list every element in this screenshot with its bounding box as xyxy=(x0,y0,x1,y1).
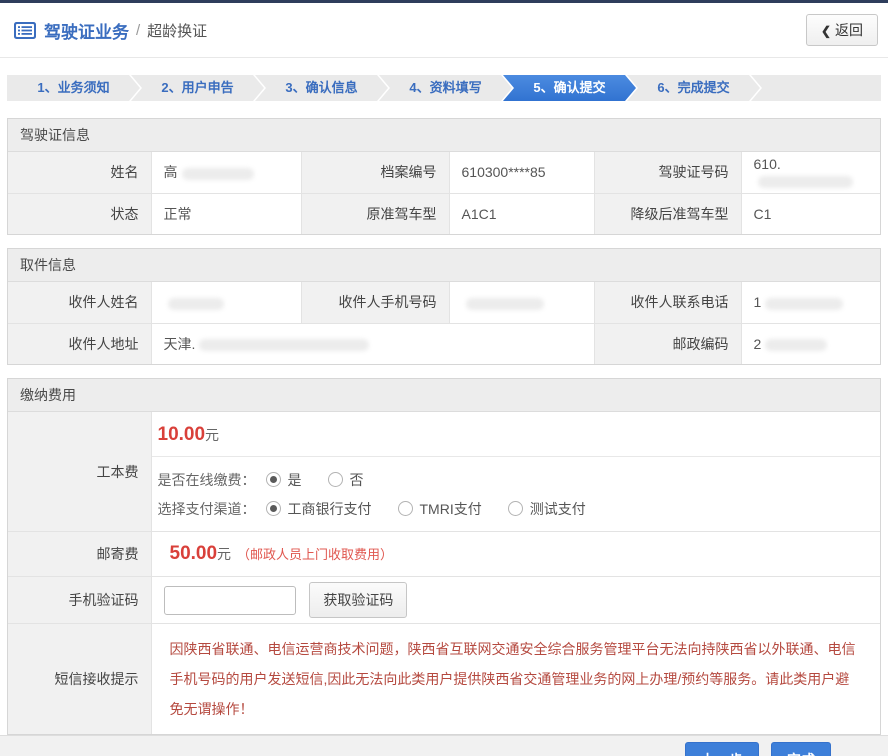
name-value: 高 xyxy=(151,152,301,193)
downgraded-class-value: C1 xyxy=(741,193,880,234)
breadcrumb-current: 超龄换证 xyxy=(147,20,207,41)
radio-channel-icbc[interactable]: 工商银行支付 xyxy=(266,499,372,519)
radio-channel-test[interactable]: 测试支付 xyxy=(508,499,586,519)
step-wizard: 1、业务须知 2、用户申告 3、确认信息 4、资料填写 5、确认提交 6、完成提… xyxy=(7,75,881,101)
license-number-label: 驾驶证号码 xyxy=(594,152,741,193)
footer-action-bar: 上一步 完成 xyxy=(0,735,888,756)
fees-section-title: 缴纳费用 xyxy=(8,379,880,412)
recipient-phone-label: 收件人联系电话 xyxy=(594,282,741,323)
postage-fee-note: （邮政人员上门收取费用） xyxy=(237,547,393,562)
radio-online-no[interactable]: 否 xyxy=(328,470,364,490)
postage-fee-label: 邮寄费 xyxy=(8,532,151,577)
cost-fee-amount-line: 10.00元 xyxy=(152,422,881,454)
online-pay-question: 是否在线缴费： xyxy=(158,470,256,490)
recipient-mobile-value xyxy=(449,282,594,323)
radio-online-yes-label: 是 xyxy=(288,470,302,490)
table-row: 收件人地址 天津. 邮政编码 2 xyxy=(8,323,880,364)
table-row: 姓名 高 档案编号 610300****85 驾驶证号码 610. xyxy=(8,152,880,193)
fees-section: 缴纳费用 工本费 10.00元 是否在线缴费： 是 否 选择支付渠道： 工商银行… xyxy=(7,378,881,735)
radio-channel-icbc-label: 工商银行支付 xyxy=(288,499,372,519)
fee-divider xyxy=(152,456,881,457)
table-row: 手机验证码 获取验证码 xyxy=(8,577,880,624)
radio-channel-test-label: 测试支付 xyxy=(530,499,586,519)
pay-channel-question: 选择支付渠道： xyxy=(158,499,256,519)
pickup-section-title: 取件信息 xyxy=(8,249,880,282)
recipient-mobile-label: 收件人手机号码 xyxy=(301,282,449,323)
step-5-confirm-submit-active[interactable]: 5、确认提交 xyxy=(503,75,636,101)
sms-code-label: 手机验证码 xyxy=(8,577,151,624)
step-6-finish-submit[interactable]: 6、完成提交 xyxy=(627,75,760,101)
license-info-section: 驾驶证信息 姓名 高 档案编号 610300****85 驾驶证号码 610. … xyxy=(7,118,881,235)
radio-online-yes[interactable]: 是 xyxy=(266,470,302,490)
page-header: 驾驶证业务 / 超龄换证 ❮ 返回 xyxy=(0,3,888,58)
recipient-name-value xyxy=(151,282,301,323)
postage-fee-cell: 50.00元 （邮政人员上门收取费用） xyxy=(151,532,880,577)
pickup-info-section: 取件信息 收件人姓名 收件人手机号码 收件人联系电话 1 收件人地址 天津. 邮… xyxy=(7,248,881,365)
online-pay-row: 是否在线缴费： 是 否 xyxy=(152,465,881,494)
status-label: 状态 xyxy=(8,193,151,234)
recipient-address-label: 收件人地址 xyxy=(8,323,151,364)
table-row: 收件人姓名 收件人手机号码 收件人联系电话 1 xyxy=(8,282,880,323)
recipient-address-value: 天津. xyxy=(151,323,594,364)
cost-fee-unit: 元 xyxy=(205,427,219,443)
step-4-fill-material[interactable]: 4、资料填写 xyxy=(379,75,512,101)
finish-button[interactable]: 完成 xyxy=(771,742,831,756)
breadcrumb-separator: / xyxy=(136,22,140,39)
radio-channel-tmri-label: TMRI支付 xyxy=(420,499,482,519)
step-3-confirm-info[interactable]: 3、确认信息 xyxy=(255,75,388,101)
back-button-label: 返回 xyxy=(835,22,863,38)
downgraded-class-label: 降级后准驾车型 xyxy=(594,193,741,234)
file-number-label: 档案编号 xyxy=(301,152,449,193)
recipient-name-label: 收件人姓名 xyxy=(8,282,151,323)
postage-fee-amount: 50.00 xyxy=(170,543,218,564)
license-business-icon xyxy=(14,22,36,39)
cost-fee-cell: 10.00元 是否在线缴费： 是 否 选择支付渠道： 工商银行支付 TMRI支付… xyxy=(151,412,880,532)
cost-fee-amount: 10.00 xyxy=(158,424,206,445)
radio-unselected-icon xyxy=(508,501,523,516)
step-2-user-declaration[interactable]: 2、用户申告 xyxy=(131,75,264,101)
license-section-title: 驾驶证信息 xyxy=(8,119,880,152)
fees-table: 工本费 10.00元 是否在线缴费： 是 否 选择支付渠道： 工商银行支付 TM… xyxy=(8,412,880,734)
postal-code-label: 邮政编码 xyxy=(594,323,741,364)
get-code-button[interactable]: 获取验证码 xyxy=(309,582,407,618)
original-class-value: A1C1 xyxy=(449,193,594,234)
sms-code-cell: 获取验证码 xyxy=(151,577,880,624)
chevron-left-icon: ❮ xyxy=(821,24,831,38)
previous-step-button[interactable]: 上一步 xyxy=(685,742,759,756)
sms-notice-text: 因陕西省联通、电信运营商技术问题，陕西省互联网交通安全综合服务管理平台无法向持陕… xyxy=(151,624,880,735)
step-bar-filler xyxy=(751,75,881,101)
sms-code-input[interactable] xyxy=(164,586,296,615)
cost-fee-label: 工本费 xyxy=(8,412,151,532)
postage-fee-unit: 元 xyxy=(217,546,231,562)
table-row: 短信接收提示 因陕西省联通、电信运营商技术问题，陕西省互联网交通安全综合服务管理… xyxy=(8,624,880,735)
postal-code-value: 2 xyxy=(741,323,880,364)
radio-online-no-label: 否 xyxy=(350,470,364,490)
pay-channel-row: 选择支付渠道： 工商银行支付 TMRI支付 测试支付 xyxy=(152,494,881,523)
radio-channel-tmri[interactable]: TMRI支付 xyxy=(398,499,482,519)
file-number-value: 610300****85 xyxy=(449,152,594,193)
radio-selected-icon xyxy=(266,472,281,487)
name-label: 姓名 xyxy=(8,152,151,193)
status-value: 正常 xyxy=(151,193,301,234)
radio-unselected-icon xyxy=(328,472,343,487)
back-button[interactable]: ❮ 返回 xyxy=(806,14,878,46)
recipient-phone-value: 1 xyxy=(741,282,880,323)
license-info-table: 姓名 高 档案编号 610300****85 驾驶证号码 610. 状态 正常 … xyxy=(8,152,880,234)
license-number-value: 610. xyxy=(741,152,880,193)
table-row: 工本费 10.00元 是否在线缴费： 是 否 选择支付渠道： 工商银行支付 TM… xyxy=(8,412,880,532)
original-class-label: 原准驾车型 xyxy=(301,193,449,234)
radio-selected-icon xyxy=(266,501,281,516)
radio-unselected-icon xyxy=(398,501,413,516)
sms-notice-label: 短信接收提示 xyxy=(8,624,151,735)
step-1-business-notice[interactable]: 1、业务须知 xyxy=(7,75,140,101)
table-row: 邮寄费 50.00元 （邮政人员上门收取费用） xyxy=(8,532,880,577)
table-row: 状态 正常 原准驾车型 A1C1 降级后准驾车型 C1 xyxy=(8,193,880,234)
pickup-info-table: 收件人姓名 收件人手机号码 收件人联系电话 1 收件人地址 天津. 邮政编码 2 xyxy=(8,282,880,364)
page-title: 驾驶证业务 xyxy=(44,18,129,43)
